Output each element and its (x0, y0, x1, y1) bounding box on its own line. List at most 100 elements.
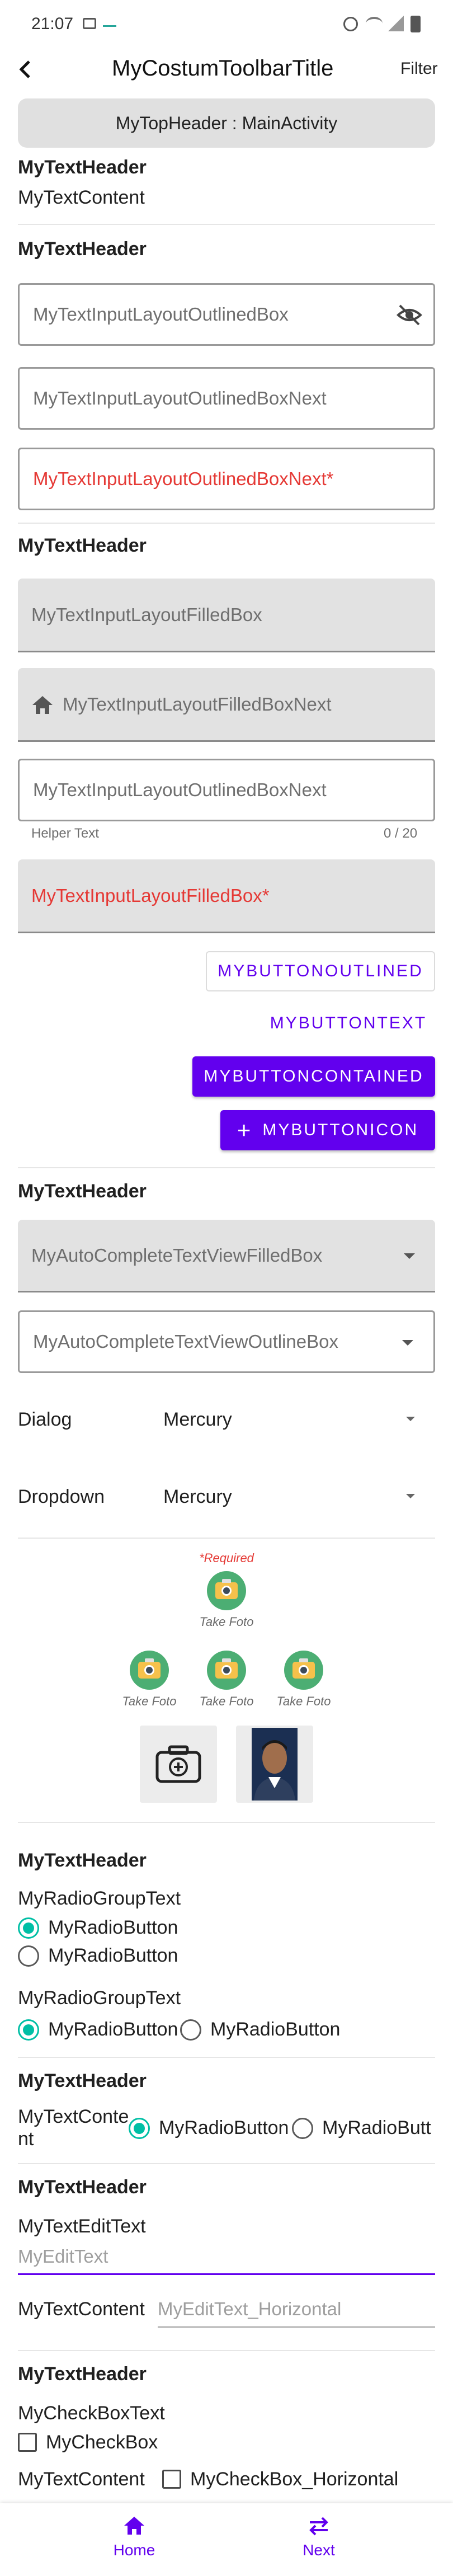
outlined-box-input[interactable]: MyTextInputLayoutOutlinedBox (18, 283, 435, 346)
camera-icon (138, 1658, 161, 1679)
section-header: MyTextHeader (18, 238, 147, 260)
nav-item-next[interactable]: Next (252, 2511, 386, 2567)
text-content-label: MyTextContent (18, 2298, 145, 2320)
radio-button-group1-opt1[interactable]: MyRadioButton (18, 1915, 219, 1942)
plus-icon: + (237, 1117, 253, 1143)
radio-checked-icon (129, 2118, 150, 2139)
swap-arrows-icon (309, 2517, 328, 2536)
home-icon (124, 2517, 144, 2535)
filled-box-input[interactable]: MyTextInputLayoutFilledBox (18, 579, 435, 652)
take-foto-button-1[interactable] (130, 1651, 169, 1690)
visibility-off-icon[interactable] (397, 304, 422, 326)
add-camera-icon (155, 1745, 201, 1783)
checkbox-horizontal-label: MyCheckBox_Horizontal (190, 2469, 399, 2490)
dropdown-arrow-icon[interactable] (402, 1340, 413, 1346)
required-label: *Required (199, 1551, 254, 1565)
divider (18, 2350, 435, 2351)
outlined-box-next-helper-input[interactable]: MyTextInputLayoutOutlinedBoxNext (18, 759, 435, 821)
bottom-navigation: Home Next (0, 2503, 453, 2576)
outlined-box-placeholder: MyTextInputLayoutOutlinedBox (33, 304, 289, 325)
divider (18, 1538, 435, 1539)
nav-next-label: Next (303, 2541, 335, 2559)
edit-text-horizontal-placeholder: MyEditText_Horizontal (158, 2298, 342, 2319)
divider (18, 523, 435, 524)
radio-button-label: MyRadioButton (159, 2117, 289, 2138)
home-icon (32, 696, 53, 714)
radio-button-label: MyRadioButton (48, 1917, 178, 1938)
radio-button-horizontal-opt2[interactable]: MyRadioButt (292, 2115, 435, 2142)
dropdown-label: Dropdown (18, 1486, 105, 1507)
divider (18, 1822, 435, 1823)
nav-item-home[interactable]: Home (67, 2511, 201, 2567)
outlined-button[interactable]: MYBUTTONOUTLINED (206, 951, 435, 991)
battery-icon (410, 16, 421, 32)
checkbox-box-icon (162, 2470, 181, 2489)
dropdown-value: Mercury (163, 1486, 232, 1507)
text-content-line1: MyTextConte (18, 2106, 129, 2127)
take-foto-button-3[interactable] (284, 1651, 323, 1690)
radio-button-label: MyRadioButton (210, 2019, 341, 2040)
radio-group-label: MyRadioGroupText (18, 1987, 181, 2009)
section-header: MyTextHeader (18, 2363, 147, 2385)
status-time: 21:07 (31, 15, 74, 33)
section-header: MyTextHeader (18, 2070, 147, 2091)
dialog-label: Dialog (18, 1409, 72, 1430)
dropdown-arrow-icon[interactable] (404, 1253, 415, 1259)
checkbox[interactable]: MyCheckBox (18, 2428, 186, 2455)
radio-button-group2-opt2[interactable]: MyRadioButton (180, 2016, 348, 2043)
add-photo-button[interactable] (140, 1726, 217, 1803)
text-button[interactable]: MYBUTTONTEXT (262, 1005, 435, 1042)
radio-button-label: MyRadioButton (48, 2019, 178, 2040)
outlined-box-next-required-placeholder: MyTextInputLayoutOutlinedBoxNext* (33, 468, 334, 489)
outlined-box-next-input[interactable]: MyTextInputLayoutOutlinedBoxNext (18, 367, 435, 430)
checkbox-horizontal[interactable]: MyCheckBox_Horizontal (162, 2465, 435, 2492)
checkbox-group-label: MyCheckBoxText (18, 2403, 165, 2424)
take-foto-label-3: Take Foto (276, 1694, 331, 1708)
take-foto-label-1: Take Foto (122, 1694, 177, 1708)
character-counter: 0 / 20 (384, 826, 418, 841)
filled-box-next-placeholder: MyTextInputLayoutFilledBoxNext (63, 693, 332, 714)
radio-unchecked-icon (292, 2118, 313, 2139)
back-arrow-icon[interactable] (15, 58, 37, 81)
icon-button[interactable]: + MYBUTTONICON (220, 1110, 435, 1150)
radio-unchecked-icon (18, 1945, 39, 1967)
autocomplete-filled-input[interactable]: MyAutoCompleteTextViewFilledBox (18, 1220, 435, 1292)
filled-box-required-placeholder: MyTextInputLayoutFilledBox* (31, 885, 270, 906)
autocomplete-outlined-input[interactable]: MyAutoCompleteTextViewOutlineBox (18, 1310, 435, 1373)
radio-button-group1-opt2[interactable]: MyRadioButton (18, 1943, 219, 1969)
camera-icon (292, 1658, 315, 1679)
top-header: MyTopHeader : MainActivity (18, 98, 435, 148)
camera-icon (215, 1658, 238, 1679)
radio-button-horizontal-opt1[interactable]: MyRadioButton (129, 2115, 291, 2142)
outlined-box-next-placeholder: MyTextInputLayoutOutlinedBoxNext (33, 388, 327, 408)
dropdown-spinner[interactable]: Mercury (162, 1476, 435, 1519)
take-foto-label: Take Foto (199, 1615, 254, 1629)
outlined-box-next-required-input[interactable]: MyTextInputLayoutOutlinedBoxNext* (18, 448, 435, 510)
radio-button-label: MyRadioButt (322, 2117, 431, 2138)
dialog-spinner[interactable]: Mercury (162, 1399, 435, 1441)
edit-text-horizontal-input[interactable]: MyEditText_Horizontal (158, 2294, 435, 2328)
filled-box-placeholder: MyTextInputLayoutFilledBox (31, 604, 262, 625)
toolbar-title: MyCostumToolbarTitle (112, 56, 334, 81)
photo-thumbnail[interactable] (236, 1726, 313, 1803)
take-foto-button[interactable] (207, 1571, 246, 1610)
take-foto-button-2[interactable] (207, 1651, 246, 1690)
radio-button-group2-opt1[interactable]: MyRadioButton (18, 2016, 180, 2043)
take-foto-label-2: Take Foto (199, 1694, 254, 1708)
signal-icon (388, 16, 404, 31)
contained-button[interactable]: MYBUTTONCONTAINED (192, 1056, 435, 1097)
filled-box-required-input[interactable]: MyTextInputLayoutFilledBox* (18, 859, 435, 933)
checkbox-box-icon (18, 2433, 37, 2452)
section-header: MyTextHeader (18, 2177, 147, 2198)
edit-text-input[interactable]: MyEditText (18, 2241, 435, 2275)
autocomplete-filled-placeholder: MyAutoCompleteTextViewFilledBox (31, 1244, 323, 1266)
toolbar: MyCostumToolbarTitle Filter (0, 50, 453, 92)
icon-button-label: MYBUTTONICON (262, 1121, 419, 1139)
text-content-label: MyTextContent (18, 2469, 145, 2490)
notification-icon (103, 21, 116, 27)
autocomplete-outlined-placeholder: MyAutoCompleteTextViewOutlineBox (33, 1331, 338, 1352)
dialog-value: Mercury (163, 1409, 232, 1430)
filter-button[interactable]: Filter (400, 59, 438, 78)
filled-box-next-input[interactable]: MyTextInputLayoutFilledBoxNext (18, 668, 435, 742)
outlined-box-next-helper-placeholder: MyTextInputLayoutOutlinedBoxNext (33, 779, 327, 800)
